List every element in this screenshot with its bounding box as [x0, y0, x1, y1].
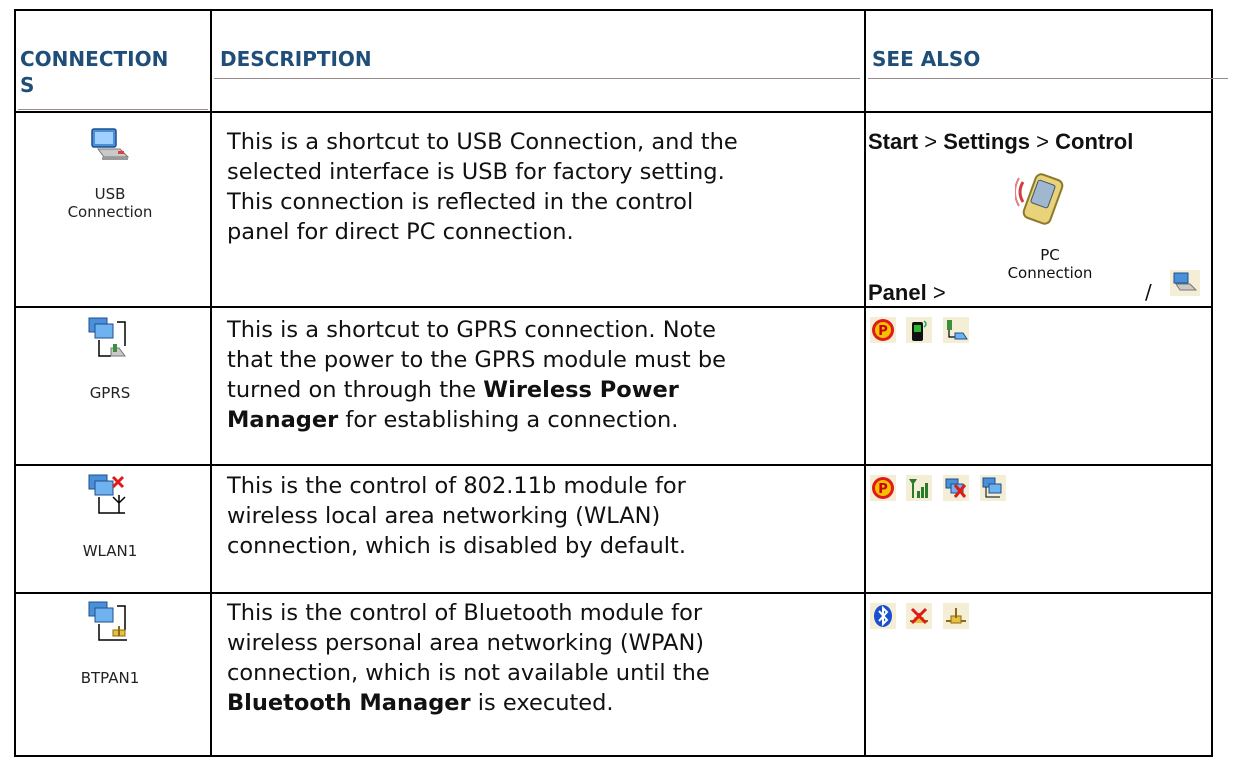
table-border-top: [14, 9, 1213, 11]
gprs-connection-icon[interactable]: [943, 317, 969, 343]
column-divider-2: [864, 9, 866, 757]
bluetooth-disabled-icon[interactable]: [906, 603, 932, 629]
usb-description: This is a shortcut to USB Connection, an…: [227, 127, 738, 247]
table-border-left: [14, 9, 16, 757]
header-description: DESCRIPTION: [220, 47, 372, 71]
desc-line: This is the control of Bluetooth module …: [227, 600, 703, 626]
wlan-description: This is the control of 802.11b module fo…: [227, 471, 686, 561]
desc-line: panel for direct PC connection.: [227, 219, 574, 245]
nav-panel[interactable]: Panel: [868, 280, 927, 305]
desc-line: wireless personal area networking (WPAN): [227, 630, 705, 656]
desc-line: connection, which is not available until…: [227, 660, 710, 686]
header-connections-line2: S: [20, 73, 35, 97]
bluetooth-icon[interactable]: [870, 603, 896, 629]
desc-line: This is a shortcut to USB Connection, an…: [227, 129, 738, 155]
desc-line: This is the control of 802.11b module fo…: [227, 473, 686, 499]
nav-settings[interactable]: Settings: [943, 129, 1030, 154]
header-rule-2: [214, 78, 860, 79]
usb-connection-caption: USB Connection: [20, 185, 200, 221]
row-divider-3: [14, 464, 1213, 466]
desc-line: This connection is reflected in the cont…: [227, 189, 694, 215]
desc-text: for establishing a connection.: [338, 407, 679, 433]
svg-text:P: P: [878, 324, 888, 339]
desc-line: Bluetooth Manager is executed.: [227, 688, 710, 718]
power-icon[interactable]: P: [870, 475, 896, 501]
desc-text: is executed.: [470, 690, 614, 716]
column-divider-1: [210, 9, 212, 757]
gprs-caption: GPRS: [89, 384, 131, 402]
network-icon[interactable]: [980, 475, 1006, 501]
pc-connection-icon[interactable]: [1015, 168, 1067, 232]
btpan-description: This is the control of Bluetooth module …: [227, 598, 710, 718]
table-border-right: [1211, 9, 1213, 757]
desc-line: This is a shortcut to GPRS connection. N…: [227, 317, 716, 343]
network-disabled-icon[interactable]: [943, 475, 969, 501]
nav-control[interactable]: Control: [1055, 129, 1133, 154]
signal-strength-icon[interactable]: [906, 475, 932, 501]
nav-separator: >: [924, 129, 938, 154]
row-divider-4: [14, 592, 1213, 594]
desc-text: turned on through the: [227, 377, 484, 403]
gprs-description: This is a shortcut to GPRS connection. N…: [227, 315, 726, 435]
wlan-icon[interactable]: [83, 473, 133, 523]
desc-line: selected interface is USB for factory se…: [227, 159, 725, 185]
usb-connection-small-icon[interactable]: [1170, 270, 1200, 296]
desc-line: turned on through the Wireless Power: [227, 375, 726, 405]
slash-separator: /: [1145, 280, 1152, 304]
gprs-icon[interactable]: [83, 316, 133, 366]
caption-line2: Connection: [67, 203, 153, 221]
desc-line: Manager for establishing a connection.: [227, 405, 726, 435]
svg-text:P: P: [878, 482, 888, 497]
desc-line: that the power to the GPRS module must b…: [227, 347, 726, 373]
header-rule-1: [18, 109, 208, 110]
header-connections: CONNECTION S: [20, 47, 168, 97]
table-border-bottom: [14, 755, 1213, 757]
usb-connection-icon[interactable]: [88, 125, 132, 169]
pc-connection-caption: PC Connection: [1005, 246, 1095, 282]
header-rule-3: [868, 78, 1228, 79]
gprs-phone-icon[interactable]: [906, 317, 932, 343]
btpan-icon[interactable]: [83, 600, 133, 650]
bluetooth-manager-link[interactable]: Bluetooth Manager: [227, 690, 471, 716]
wireless-power-manager-link[interactable]: Manager: [227, 407, 338, 433]
row-divider-1: [14, 111, 1213, 113]
caption-line2: Connection: [1007, 264, 1093, 282]
caption-line1: PC: [1040, 246, 1060, 264]
desc-line: wireless local area networking (WLAN): [227, 503, 661, 529]
nav-separator: >: [1036, 129, 1050, 154]
see-also-path-line2: Panel >: [868, 280, 946, 306]
desc-line: connection, which is disabled by default…: [227, 533, 687, 559]
power-icon[interactable]: P: [870, 317, 896, 343]
header-connections-line1: CONNECTION: [20, 47, 169, 71]
nav-start[interactable]: Start: [868, 129, 918, 154]
header-see-also: SEE ALSO: [872, 47, 981, 71]
see-also-path-line1: Start > Settings > Control: [868, 129, 1133, 155]
wlan-caption: WLAN1: [82, 542, 138, 560]
nav-separator: >: [932, 280, 946, 305]
row-divider-2: [14, 306, 1213, 308]
btpan-caption: BTPAN1: [80, 669, 140, 687]
wireless-power-manager-link[interactable]: Wireless Power: [483, 377, 679, 403]
bluetooth-network-icon[interactable]: [943, 603, 969, 629]
caption-line1: USB: [94, 185, 126, 203]
